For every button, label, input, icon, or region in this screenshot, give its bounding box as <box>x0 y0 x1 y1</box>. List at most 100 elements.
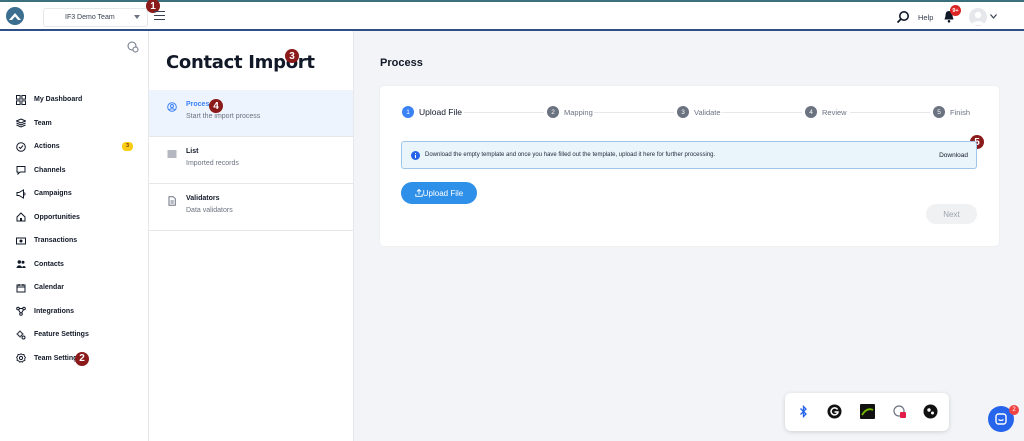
gear-icon <box>16 353 26 364</box>
app-icon[interactable] <box>892 404 907 419</box>
step-review[interactable]: 4 Review <box>805 106 847 118</box>
step-number: 5 <box>933 106 945 118</box>
page-title: Process <box>380 57 423 69</box>
sidebar-item-actions[interactable]: Actions 3 <box>0 135 149 159</box>
step-label: Mapping <box>564 107 593 117</box>
import-menu-item-process[interactable]: Process Start the import process 4 <box>149 90 353 137</box>
upload-file-button[interactable]: Upload File <box>401 182 477 204</box>
settings-cog-icon <box>16 330 26 340</box>
import-panel: Contact Import 3 Process Start the impor… <box>149 31 354 441</box>
dashboard-icon <box>16 94 26 105</box>
sidebar-item-label: Feature Settings <box>34 331 89 339</box>
stepper: 1 Upload File 2 Mapping 3 Validate 4 Rev… <box>402 106 974 120</box>
taskbar-dock <box>785 393 949 431</box>
collapse-sidebar-icon[interactable] <box>127 41 139 53</box>
download-template-link[interactable]: Download <box>939 152 968 159</box>
stepper-connector <box>850 112 930 113</box>
sidebar-item-my-dashboard[interactable]: My Dashboard <box>0 88 149 112</box>
sidebar-item-label: Integrations <box>34 307 75 315</box>
megaphone-icon <box>16 188 26 199</box>
sidebar-item-label: My Dashboard <box>34 96 83 104</box>
calendar-icon <box>16 283 26 293</box>
document-icon <box>168 196 176 206</box>
sidebar-item-calendar[interactable]: Calendar <box>0 276 149 300</box>
money-icon <box>16 237 26 245</box>
top-bar: IF3 Demo Team 1 Help 9+ <box>0 0 1024 31</box>
app-logo[interactable] <box>6 7 24 25</box>
step-label: Finish <box>950 107 971 117</box>
annotation-marker-3: 3 <box>285 49 299 63</box>
team-select[interactable]: IF3 Demo Team <box>43 8 148 27</box>
users-icon <box>16 260 26 269</box>
tray-app-icon[interactable] <box>923 404 938 419</box>
home-icon <box>16 212 26 222</box>
stepper-connector <box>722 112 802 113</box>
sidebar-nav: My Dashboard Team Actions 3 Channels Cam… <box>0 88 149 370</box>
user-circle-icon <box>167 102 177 112</box>
step-label: Validate <box>694 107 721 117</box>
menu-toggle-icon[interactable] <box>154 11 165 21</box>
chevron-down-icon <box>134 15 140 19</box>
stepper-connector <box>464 112 544 113</box>
stepper-connector <box>594 112 674 113</box>
template-info-text: Download the empty template and once you… <box>425 152 716 158</box>
sidebar-item-label: Contacts <box>34 260 64 268</box>
sidebar-item-label: Opportunities <box>34 213 80 221</box>
upload-file-label: Upload File <box>422 188 464 198</box>
sidebar-item-label: Transactions <box>34 237 78 245</box>
sidebar-item-campaigns[interactable]: Campaigns <box>0 182 149 206</box>
step-mapping[interactable]: 2 Mapping <box>547 106 593 118</box>
annotation-marker-2: 2 <box>75 351 89 366</box>
step-label: Upload File <box>419 107 462 117</box>
step-number: 3 <box>677 106 689 118</box>
nvidia-icon[interactable] <box>860 404 875 419</box>
step-validate[interactable]: 3 Validate <box>677 106 721 118</box>
import-menu-item-subtitle: Data validators <box>186 207 233 214</box>
upload-icon <box>415 189 423 197</box>
import-panel-menu: Process Start the import process 4 List … <box>149 90 353 231</box>
sidebar-item-label: Calendar <box>34 284 64 292</box>
next-button[interactable]: Next <box>926 204 977 224</box>
chevron-down-icon[interactable] <box>990 14 997 19</box>
import-menu-item-title: Validators <box>186 195 220 202</box>
step-upload-file[interactable]: 1 Upload File <box>402 106 462 118</box>
grammarly-icon[interactable] <box>827 404 842 419</box>
chat-unread-badge: 2 <box>1009 405 1019 415</box>
layers-icon <box>16 118 26 128</box>
step-number: 1 <box>402 106 414 118</box>
user-avatar[interactable] <box>969 8 987 26</box>
sidebar-item-team[interactable]: Team <box>0 112 149 136</box>
chat-icon <box>16 166 26 176</box>
sidebar-item-integrations[interactable]: Integrations <box>0 300 149 324</box>
sidebar-item-team-settings[interactable]: Team Settings 2 <box>0 347 149 371</box>
step-number: 2 <box>547 106 559 118</box>
sidebar-item-label: Team <box>34 119 52 127</box>
help-link[interactable]: Help <box>918 13 933 22</box>
step-finish[interactable]: 5 Finish <box>933 106 970 118</box>
import-menu-item-list[interactable]: List Imported records <box>149 137 353 184</box>
bluetooth-icon[interactable] <box>796 404 811 419</box>
import-menu-item-validators[interactable]: Validators Data validators <box>149 184 353 231</box>
sidebar-item-feature-settings[interactable]: Feature Settings <box>0 323 149 347</box>
sidebar-item-opportunities[interactable]: Opportunities <box>0 206 149 230</box>
sidebar-item-contacts[interactable]: Contacts <box>0 253 149 277</box>
actions-count-badge: 3 <box>122 142 133 151</box>
template-info-alert: Download the empty template and once you… <box>401 141 977 169</box>
import-menu-item-title: List <box>186 148 199 155</box>
sidebar-item-label: Channels <box>34 166 66 174</box>
sidebar-item-transactions[interactable]: Transactions <box>0 229 149 253</box>
step-number: 4 <box>805 106 817 118</box>
sidebar-item-label: Campaigns <box>34 190 72 198</box>
import-menu-item-subtitle: Start the import process <box>186 113 261 120</box>
import-menu-item-subtitle: Imported records <box>186 160 239 167</box>
check-circle-icon <box>16 141 26 152</box>
sidebar-item-label: Actions <box>34 143 60 151</box>
info-icon <box>411 151 420 160</box>
sidebar-item-channels[interactable]: Channels <box>0 159 149 183</box>
list-icon <box>167 150 177 158</box>
step-label: Review <box>822 107 847 117</box>
annotation-marker-4: 4 <box>209 99 223 113</box>
network-icon <box>16 306 26 317</box>
notifications-badge: 9+ <box>950 5 961 16</box>
search-icon[interactable] <box>896 10 910 24</box>
